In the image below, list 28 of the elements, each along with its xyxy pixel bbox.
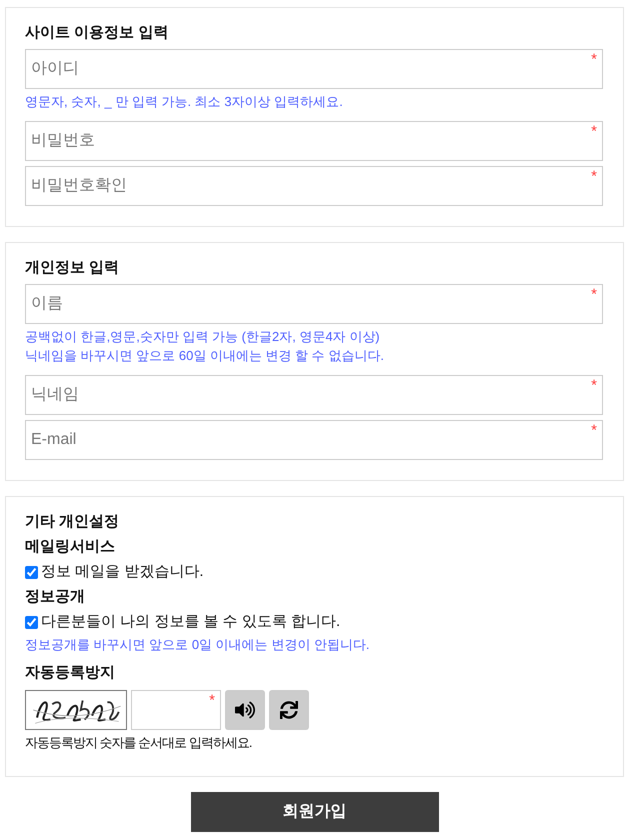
- audio-button[interactable]: [225, 690, 265, 730]
- required-mark: *: [591, 423, 597, 438]
- subsection-title: 정보공개: [25, 587, 85, 608]
- required-mark: *: [591, 124, 597, 139]
- help-text: 정보공개를 바꾸시면 앞으로 0일 이내에는 변경이 안됩니다.: [25, 636, 370, 654]
- required-mark: *: [591, 52, 597, 67]
- help-text: 영문자, 숫자, _ 만 입력 가능. 최소 3자이상 입력하세요.: [25, 93, 343, 111]
- refresh-icon: [280, 701, 298, 719]
- help-text: 공백없이 한글,영문,숫자만 입력 가능 (한글2자, 영문4자 이상): [25, 328, 380, 346]
- section-title: 기타 개인설정: [25, 512, 120, 532]
- captcha-input[interactable]: [131, 690, 221, 730]
- subsection-title: 자동등록방지: [25, 663, 115, 684]
- required-mark: *: [209, 693, 215, 708]
- captcha-instruction: 자동등록방지 숫자를 순서대로 입력하세요.: [25, 734, 252, 752]
- required-mark: *: [591, 378, 597, 393]
- checkbox[interactable]: [25, 566, 38, 579]
- help-text: 닉네임을 바꾸시면 앞으로 60일 이내에는 변경 할 수 없습니다.: [25, 347, 384, 365]
- required-mark: *: [591, 287, 597, 302]
- required-mark: *: [591, 169, 597, 184]
- refresh-button[interactable]: [269, 690, 309, 730]
- section-title: 사이트 이용정보 입력: [25, 22, 168, 43]
- subsection-title: 메일링서비스: [25, 537, 115, 558]
- speaker-icon: [235, 700, 255, 720]
- signup-button[interactable]: 회원가입: [190, 792, 438, 832]
- section-title: 개인정보 입력: [25, 258, 120, 278]
- checkbox[interactable]: [25, 616, 38, 629]
- checkbox-label: 정보 메일을 받겠습니다.: [41, 562, 204, 582]
- checkbox-label: 다른분들이 나의 정보를 볼 수 있도록 합니다.: [41, 612, 340, 632]
